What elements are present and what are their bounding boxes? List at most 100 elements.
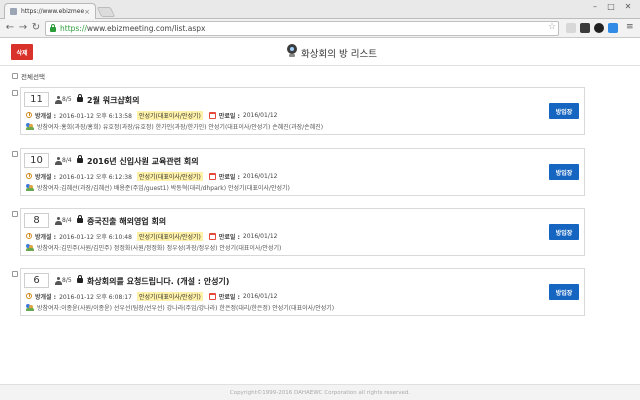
- room-host: 안성기(대표이사/안성기): [136, 231, 203, 241]
- enter-room-button[interactable]: 방입장: [549, 103, 579, 119]
- tab-title: https://www.ebizmeeting: [21, 8, 85, 15]
- page-footer: Copyright©1999-2016 DAHAEWC Corporation …: [0, 384, 640, 400]
- participants-icon: [26, 303, 34, 311]
- opened-label: 방개설 :: [35, 233, 57, 241]
- select-all-label: 전체선택: [21, 73, 45, 81]
- end-label: 만료일 :: [218, 112, 240, 120]
- tab-close-icon[interactable]: ×: [84, 8, 90, 16]
- end-label: 만료일 :: [218, 173, 240, 181]
- room-schedule: 방개설 : 2016-01-12 오후 6:08:17 안성기(대표이사/안성기…: [26, 291, 277, 301]
- room-host: 안성기(대표이사/안성기): [136, 291, 203, 301]
- member-icon: [55, 157, 62, 165]
- lock-icon: [77, 155, 83, 163]
- opened-time: 2016-01-12 오후 6:08:17: [59, 293, 132, 301]
- participants-icon: [26, 183, 34, 191]
- calendar-icon: [208, 292, 216, 300]
- page-header: 삭제 화상회의 방 리스트: [0, 38, 640, 66]
- menu-icon[interactable]: ≡: [626, 22, 634, 32]
- room-number: 11: [24, 92, 49, 107]
- room-checkbox[interactable]: [12, 211, 18, 217]
- participants-list: 김민주(사원/김민주) 정정화(사원/정정화) 정우성(과장/정우성) 안성기(…: [61, 244, 282, 252]
- room-checkbox[interactable]: [12, 151, 18, 157]
- calendar-icon: [208, 172, 216, 180]
- calendar-icon: [208, 232, 216, 240]
- member-count: 8/4: [62, 157, 72, 164]
- room-number: 6: [24, 273, 49, 288]
- reload-icon[interactable]: ↻: [30, 22, 42, 33]
- end-date: 2016/01/12: [242, 232, 278, 240]
- calendar-icon: [208, 111, 216, 119]
- lock-icon: [77, 215, 83, 223]
- room-schedule: 방개설 : 2016-01-12 오후 6:13:58 안성기(대표이사/안성기…: [26, 110, 277, 120]
- end-label: 만료일 :: [218, 293, 240, 301]
- room-title: 2월 워크샵회의: [87, 96, 140, 105]
- opened-time: 2016-01-12 오후 6:10:48: [59, 233, 132, 241]
- room-schedule: 방개설 : 2016-01-12 오후 6:10:48 안성기(대표이사/안성기…: [26, 231, 277, 241]
- extension-icon[interactable]: [580, 23, 590, 33]
- clock-icon: [26, 173, 32, 179]
- secure-lock-icon: [50, 24, 56, 32]
- room-card: 10 8/4 2016년 신입사원 교육관련 회의 방개설 : 2016-01-…: [20, 148, 585, 196]
- opened-label: 방개설 :: [35, 112, 57, 120]
- member-count: 8/5: [62, 277, 72, 284]
- select-all-checkbox[interactable]: [12, 73, 18, 79]
- clock-icon: [26, 293, 32, 299]
- participants-label: 방참여자:: [37, 184, 62, 192]
- enter-room-button[interactable]: 방입장: [549, 164, 579, 180]
- page-favicon-icon: [10, 8, 17, 15]
- opened-label: 방개설 :: [35, 293, 57, 301]
- member-count: 8/5: [62, 96, 72, 103]
- new-tab-button[interactable]: [96, 7, 116, 17]
- tab-bar: https://www.ebizmeeting × – □ ✕: [0, 0, 640, 19]
- close-window-icon[interactable]: ✕: [621, 2, 635, 11]
- room-participants: 방참여자: 김민주(사원/김민주) 정정화(사원/정정화) 정우성(과장/정우성…: [26, 242, 281, 252]
- clock-icon: [26, 233, 32, 239]
- clock-icon: [26, 112, 32, 118]
- webcam-icon: [287, 44, 297, 58]
- lock-icon: [77, 275, 83, 283]
- extension-icon[interactable]: [566, 23, 576, 33]
- end-date: 2016/01/12: [242, 292, 278, 300]
- enter-room-button[interactable]: 방입장: [549, 284, 579, 300]
- room-card: 11 8/5 2월 워크샵회의 방개설 : 2016-01-12 오후 6:13…: [20, 87, 585, 135]
- opened-label: 방개설 :: [35, 173, 57, 181]
- room-participants: 방참여자: 김혜선(과장/김혜선) 배용준(주임/guest1) 박동혁(대리/…: [26, 182, 290, 192]
- browser-toolbar: ← → ↻ https:// www.ebizmeeting.com/list.…: [0, 19, 640, 38]
- back-icon[interactable]: ←: [4, 22, 16, 33]
- participants-list: 홍희(과장/홍희) 유호정(과장/유호정) 한가인(과장/한가인) 안성기(대표…: [61, 123, 324, 131]
- room-checkbox[interactable]: [12, 271, 18, 277]
- room-title: 화상회의를 요청드립니다. (개설 : 안성기): [87, 277, 230, 286]
- delete-button[interactable]: 삭제: [11, 44, 33, 60]
- bookmark-star-icon[interactable]: ☆: [548, 22, 556, 32]
- participants-label: 방참여자:: [37, 123, 62, 131]
- select-all[interactable]: 전체선택: [12, 71, 45, 81]
- end-label: 만료일 :: [218, 233, 240, 241]
- room-title: 중국진출 해외영업 회의: [87, 217, 167, 226]
- minimize-icon[interactable]: –: [588, 2, 602, 11]
- room-host: 안성기(대표이사/안성기): [136, 110, 203, 120]
- forward-icon[interactable]: →: [17, 22, 29, 33]
- member-icon: [55, 217, 62, 225]
- browser-tab[interactable]: https://www.ebizmeeting ×: [4, 3, 96, 19]
- enter-room-button[interactable]: 방입장: [549, 224, 579, 240]
- participants-label: 방참여자:: [37, 244, 62, 252]
- page-title: 화상회의 방 리스트: [301, 49, 377, 60]
- opened-time: 2016-01-12 오후 6:12:38: [59, 173, 132, 181]
- page-content: 삭제 화상회의 방 리스트 전체선택 11 8/5 2월 워크샵회의 방개설 :…: [0, 38, 640, 400]
- url-path: www.ebizmeeting.com/list.aspx: [86, 24, 206, 33]
- participants-list: 김혜선(과장/김혜선) 배용준(주임/guest1) 박동혁(대리/dhpark…: [61, 184, 290, 192]
- room-number: 8: [24, 213, 49, 228]
- opened-time: 2016-01-12 오후 6:13:58: [59, 112, 132, 120]
- extension-icon[interactable]: [608, 23, 618, 33]
- room-checkbox[interactable]: [12, 90, 18, 96]
- room-title: 2016년 신입사원 교육관련 회의: [87, 157, 199, 166]
- url-scheme: https://: [60, 24, 87, 33]
- extension-icon[interactable]: [594, 23, 604, 33]
- address-bar[interactable]: https:// www.ebizmeeting.com/list.aspx: [45, 21, 559, 36]
- end-date: 2016/01/12: [242, 172, 278, 180]
- room-participants: 방참여자: 이종윤(사원/이종윤) 선우선(팀장/선우선) 강나라(주임/강나라…: [26, 302, 334, 312]
- member-icon: [55, 277, 62, 285]
- room-card: 8 8/4 중국진출 해외영업 회의 방개설 : 2016-01-12 오후 6…: [20, 208, 585, 256]
- member-icon: [55, 96, 62, 104]
- maximize-icon[interactable]: □: [604, 2, 618, 11]
